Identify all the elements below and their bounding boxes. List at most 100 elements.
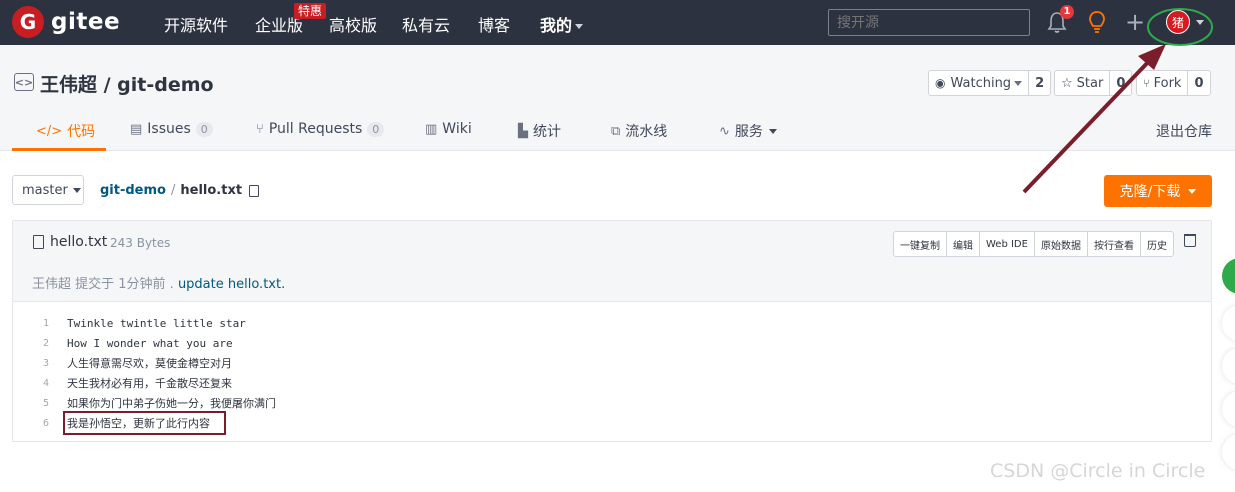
pull-request-icon: ⑂ bbox=[256, 121, 264, 137]
line-number[interactable]: 4 bbox=[13, 378, 49, 389]
tab-stats[interactable]: ▙ 统计 bbox=[518, 121, 561, 141]
plus-icon[interactable]: + bbox=[1125, 9, 1145, 35]
tab-pr-label: Pull Requests bbox=[268, 121, 363, 137]
user-menu[interactable]: 猪 bbox=[1166, 10, 1204, 34]
tab-services[interactable]: ∿ 服务 bbox=[719, 121, 777, 141]
side-float-button[interactable] bbox=[1222, 258, 1235, 294]
repo-title[interactable]: 王伟超 / git-demo bbox=[40, 70, 214, 97]
web-ide-button[interactable]: Web IDE bbox=[979, 232, 1034, 256]
code-line: 1 Twinkle twintle little star bbox=[13, 313, 1211, 333]
line-number[interactable]: 2 bbox=[13, 338, 49, 349]
exit-repo-link[interactable]: 退出仓库 bbox=[1156, 121, 1212, 141]
file-size: 243 Bytes bbox=[110, 236, 171, 250]
branch-name: master bbox=[22, 182, 68, 198]
nav-university[interactable]: 高校版 bbox=[329, 12, 377, 36]
tab-wiki-label: Wiki bbox=[442, 121, 472, 137]
side-float-button[interactable] bbox=[1222, 348, 1235, 384]
nav-mine-label: 我的 bbox=[540, 16, 573, 35]
tab-wiki[interactable]: ▥ Wiki bbox=[425, 121, 472, 137]
fork-count[interactable]: 0 bbox=[1187, 71, 1209, 95]
tab-issues-label: Issues bbox=[147, 121, 191, 137]
code-line-highlighted: 6 我是孙悟空，更新了此行内容 bbox=[13, 411, 1211, 435]
line-text: 如果你为门中弟子伤她一分，我便屠你满门 bbox=[67, 397, 276, 410]
issues-count: 0 bbox=[195, 121, 213, 137]
gitee-logo-icon: G bbox=[12, 6, 44, 38]
watching-label: ◉ Watching bbox=[929, 71, 1028, 95]
line-number[interactable]: 6 bbox=[13, 418, 49, 429]
trash-icon[interactable] bbox=[1184, 234, 1196, 247]
star-count[interactable]: 0 bbox=[1109, 71, 1131, 95]
pulse-icon: ∿ bbox=[719, 123, 730, 139]
code-line: 4 天生我材必有用，千金散尽还复来 bbox=[13, 373, 1211, 393]
watermark: CSDN @Circle in Circle bbox=[990, 460, 1206, 482]
blame-button[interactable]: 按行查看 bbox=[1086, 232, 1140, 256]
nav-mine[interactable]: 我的 bbox=[540, 12, 584, 36]
clone-download-button[interactable]: 克隆/下载 bbox=[1104, 175, 1212, 207]
line-text: 天生我材必有用，千金散尽还复来 bbox=[67, 377, 232, 390]
file-icon bbox=[33, 235, 44, 249]
line-number[interactable]: 5 bbox=[13, 398, 49, 409]
watching-text: Watching bbox=[950, 75, 1012, 91]
history-button[interactable]: 历史 bbox=[1139, 232, 1173, 256]
bar-chart-icon: ▙ bbox=[518, 123, 528, 139]
issues-icon: ▤ bbox=[130, 121, 143, 137]
tab-issues[interactable]: ▤ Issues 0 bbox=[130, 121, 213, 137]
watching-button[interactable]: ◉ Watching 2 bbox=[928, 70, 1052, 96]
fork-label: ⑂ Fork bbox=[1137, 71, 1187, 95]
line-text: 我是孙悟空，更新了此行内容 bbox=[63, 411, 226, 435]
line-number[interactable]: 3 bbox=[13, 358, 49, 369]
side-float-button[interactable] bbox=[1222, 305, 1235, 341]
watching-count[interactable]: 2 bbox=[1028, 71, 1050, 95]
commit-info: 王伟超 提交于 1分钟前 . update hello.txt. bbox=[32, 273, 285, 292]
code-view: 1 Twinkle twintle little star 2 How I wond… bbox=[13, 313, 1211, 435]
star-button[interactable]: ☆ Star 0 bbox=[1054, 70, 1133, 96]
repo-code-icon: <> bbox=[14, 73, 34, 91]
tab-pull-requests[interactable]: ⑂ Pull Requests 0 bbox=[256, 121, 385, 137]
line-number[interactable]: 1 bbox=[13, 318, 49, 329]
pr-count: 0 bbox=[367, 121, 385, 137]
fork-icon: ⑂ bbox=[1143, 76, 1150, 90]
code-icon: </> bbox=[36, 123, 63, 139]
avatar: 猪 bbox=[1166, 10, 1190, 34]
side-float-button[interactable] bbox=[1222, 391, 1235, 427]
book-icon: ▥ bbox=[425, 121, 438, 137]
breadcrumb-repo[interactable]: git-demo bbox=[100, 183, 166, 198]
file-header: hello.txt 243 Bytes 一键复制 编辑 Web IDE 原始数据… bbox=[13, 221, 1211, 302]
nav-open-source[interactable]: 开源软件 bbox=[164, 12, 228, 36]
chevron-down-icon bbox=[768, 128, 777, 134]
line-text: How I wonder what you are bbox=[67, 336, 233, 350]
tab-stats-label: 统计 bbox=[533, 124, 561, 140]
tab-code[interactable]: </> 代码 bbox=[36, 121, 95, 141]
copy-all-button[interactable]: 一键复制 bbox=[894, 232, 946, 256]
eye-icon: ◉ bbox=[935, 76, 946, 90]
notification-badge: 1 bbox=[1060, 5, 1074, 19]
star-text: Star bbox=[1076, 75, 1104, 91]
search-input[interactable] bbox=[828, 9, 1030, 36]
line-text: Twinkle twintle little star bbox=[67, 316, 246, 330]
repo-tabs: </> 代码 ▤ Issues 0 ⑂ Pull Requests 0 ▥ Wiki ▙ 统计… bbox=[0, 111, 1235, 151]
nav-blog[interactable]: 博客 bbox=[478, 12, 510, 36]
gitee-logo[interactable]: G gitee bbox=[12, 6, 120, 38]
nav-private-cloud[interactable]: 私有云 bbox=[402, 12, 450, 36]
branch-select[interactable]: master bbox=[12, 175, 84, 205]
edit-button[interactable]: 编辑 bbox=[946, 232, 979, 256]
star-label: ☆ Star bbox=[1055, 71, 1109, 95]
pipeline-icon: ⧉ bbox=[611, 123, 621, 139]
active-tab-indicator bbox=[12, 148, 106, 151]
code-line: 2 How I wonder what you are bbox=[13, 333, 1211, 353]
line-text: 人生得意需尽欢，莫使金樽空对月 bbox=[67, 357, 232, 370]
fork-button[interactable]: ⑂ Fork 0 bbox=[1136, 70, 1211, 96]
commit-message[interactable]: update hello.txt. bbox=[178, 277, 285, 292]
copy-icon[interactable] bbox=[249, 184, 260, 197]
clone-download-label: 克隆/下载 bbox=[1119, 184, 1181, 200]
file-actions: 一键复制 编辑 Web IDE 原始数据 按行查看 历史 bbox=[893, 231, 1174, 257]
lightbulb-icon[interactable] bbox=[1086, 9, 1108, 35]
side-float-button[interactable] bbox=[1222, 434, 1235, 470]
fork-text: Fork bbox=[1153, 75, 1182, 91]
tab-pipeline[interactable]: ⧉ 流水线 bbox=[611, 121, 667, 141]
hot-badge: 特惠 bbox=[294, 3, 327, 19]
star-icon: ☆ bbox=[1061, 75, 1073, 91]
chevron-down-icon bbox=[575, 24, 584, 29]
raw-button[interactable]: 原始数据 bbox=[1033, 232, 1087, 256]
breadcrumb-separator: / bbox=[170, 183, 176, 198]
